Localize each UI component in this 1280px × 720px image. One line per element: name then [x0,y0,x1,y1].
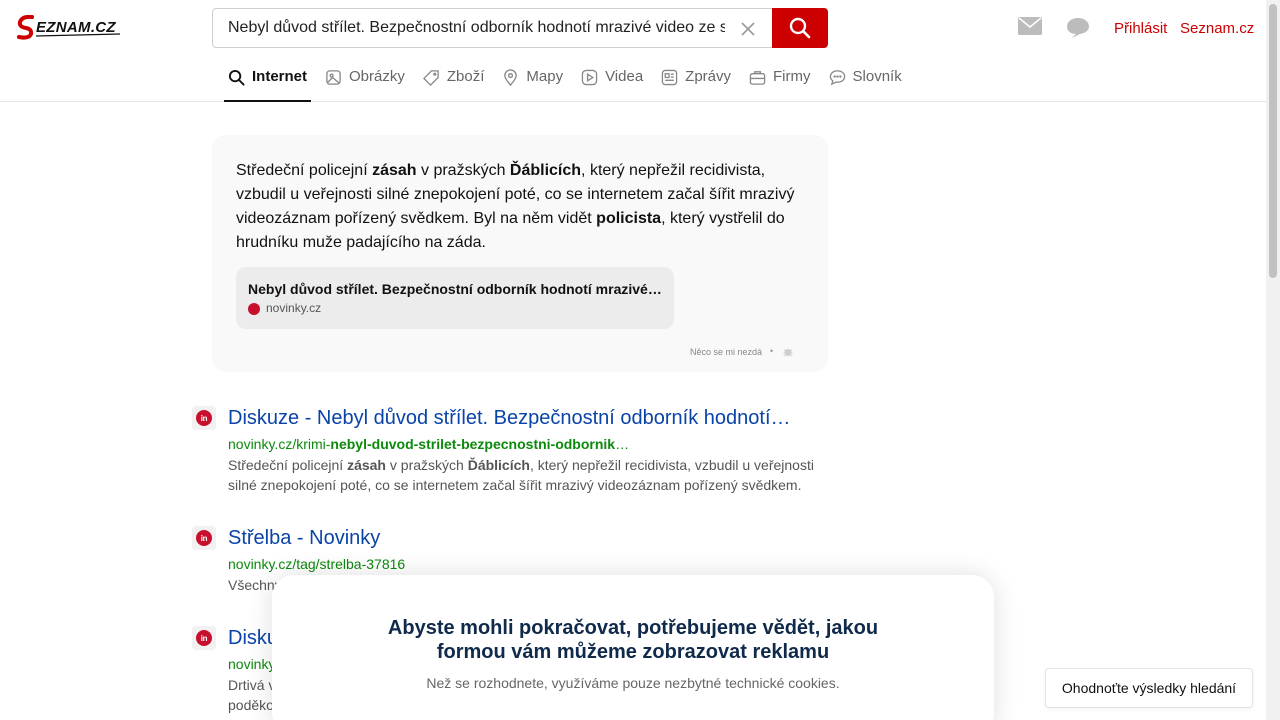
result-favicon: in [192,626,216,650]
ai-source-domain: novinky.cz [266,301,322,315]
text-run: Středeční policejní [236,162,373,179]
text-run: Středeční policejní [228,457,348,473]
result-favicon: in [192,406,216,430]
tab-firmy[interactable]: Firmy [745,68,815,102]
speech-bubble-icon [829,70,845,86]
url-tail: … [615,436,630,452]
tab-slovnik[interactable]: Slovník [825,68,906,102]
tab-mapy[interactable]: Mapy [498,68,567,102]
login-link[interactable]: Přihlásit [1114,20,1167,37]
seznam-logo[interactable]: EZNAM.CZ [16,14,134,42]
tab-label: Slovník [852,68,902,85]
result-url[interactable]: novinky.cz/tag/strelba-37816 [228,555,648,573]
consent-subtitle: Než se rozhodnete, využíváme pouze nezby… [426,675,840,691]
clear-icon[interactable] [737,18,759,40]
briefcase-icon [749,71,766,85]
feedback-link[interactable]: Něco se mi nezdá [690,347,762,357]
seznam-link[interactable]: Seznam.cz [1180,20,1254,37]
url-bold: nebyl-duvod-strilet-bezpecnostni-odborni… [330,436,616,452]
highlighted-term: zásah [347,457,386,473]
result-favicon: in [192,526,216,550]
scrollbar[interactable] [1266,0,1280,720]
rate-results-button[interactable]: Ohodnoťte výsledky hledání [1045,668,1253,708]
search-tabs: Internet Obrázky Zboží Mapy Videa Zprávy… [224,68,916,102]
tab-label: Videa [605,68,644,85]
text-run: Drtivá v [228,677,276,693]
bug-icon[interactable] [782,346,794,358]
highlighted-term: zásah [372,162,417,179]
result-title-link[interactable]: Střelba - Novinky [228,525,818,551]
ai-source-card[interactable]: Nebyl důvod střílet. Bezpečnostní odborn… [236,267,674,329]
ai-answer-box: Středeční policejní zásah v pražských Ďá… [212,135,828,372]
search-icon [228,69,245,86]
novinky-favicon-icon: in [196,530,212,546]
chat-icon[interactable] [1066,17,1090,39]
cookie-consent-dialog: Abyste mohli pokračovat, potřebujeme věd… [272,575,994,720]
tab-zpravy[interactable]: Zprávy [657,68,735,102]
result-title-link[interactable]: Diskuze - Nebyl důvod střílet. Bezpečnos… [228,405,818,431]
ai-answer-text: Středeční policejní zásah v pražských Ďá… [236,159,806,255]
text-run: v pražských [386,457,468,473]
novinky-favicon-icon: in [196,410,212,426]
search-input[interactable] [213,9,733,47]
tab-obrazky[interactable]: Obrázky [321,68,409,102]
url-plain: novinky.cz/tag/strelba-37816 [228,556,406,572]
text-run: v pražských [416,162,510,179]
tab-label: Zboží [446,68,485,85]
search-button[interactable] [772,8,828,48]
tab-videa[interactable]: Videa [577,68,647,102]
image-icon [326,70,341,85]
news-icon [661,69,678,86]
search-result: in Diskuze - Nebyl důvod střílet. Bezpeč… [192,405,822,495]
tab-internet[interactable]: Internet [224,68,312,102]
search-icon [789,17,811,39]
ai-source-title: Nebyl důvod střílet. Bezpečnostní odborn… [248,281,662,297]
map-pin-icon [504,69,518,86]
feedback-separator: • [770,346,774,356]
result-snippet: Středeční policejní zásah v pražských Ďá… [228,455,828,495]
url-plain: novinky [228,656,276,672]
consent-title: Abyste mohli pokračovat, potřebujeme věd… [387,617,879,663]
tab-label: Obrázky [349,68,405,85]
tab-label: Internet [252,68,308,85]
highlighted-term: policista [596,210,662,227]
tab-label: Firmy [773,68,811,85]
tag-icon [422,70,439,86]
tab-zbozi[interactable]: Zboží [419,68,489,102]
play-icon [581,69,598,86]
tab-label: Zprávy [685,68,732,85]
highlighted-term: Ďáblicích [509,162,582,179]
header: EZNAM.CZ Přihlásit Seznam.cz Internet [0,0,1266,102]
highlighted-term: Ďáblicích [467,457,530,473]
search-box [212,8,828,48]
mail-icon[interactable] [1018,16,1042,36]
novinky-favicon-icon [248,303,260,315]
url-plain: novinky.cz/krimi- [228,436,331,452]
scrollbar-thumb[interactable] [1269,4,1277,278]
svg-text:EZNAM.CZ: EZNAM.CZ [36,19,116,36]
result-url[interactable]: novinky.cz/krimi-nebyl-duvod-strilet-bez… [228,435,648,453]
novinky-favicon-icon: in [196,630,212,646]
tab-label: Mapy [526,68,564,85]
